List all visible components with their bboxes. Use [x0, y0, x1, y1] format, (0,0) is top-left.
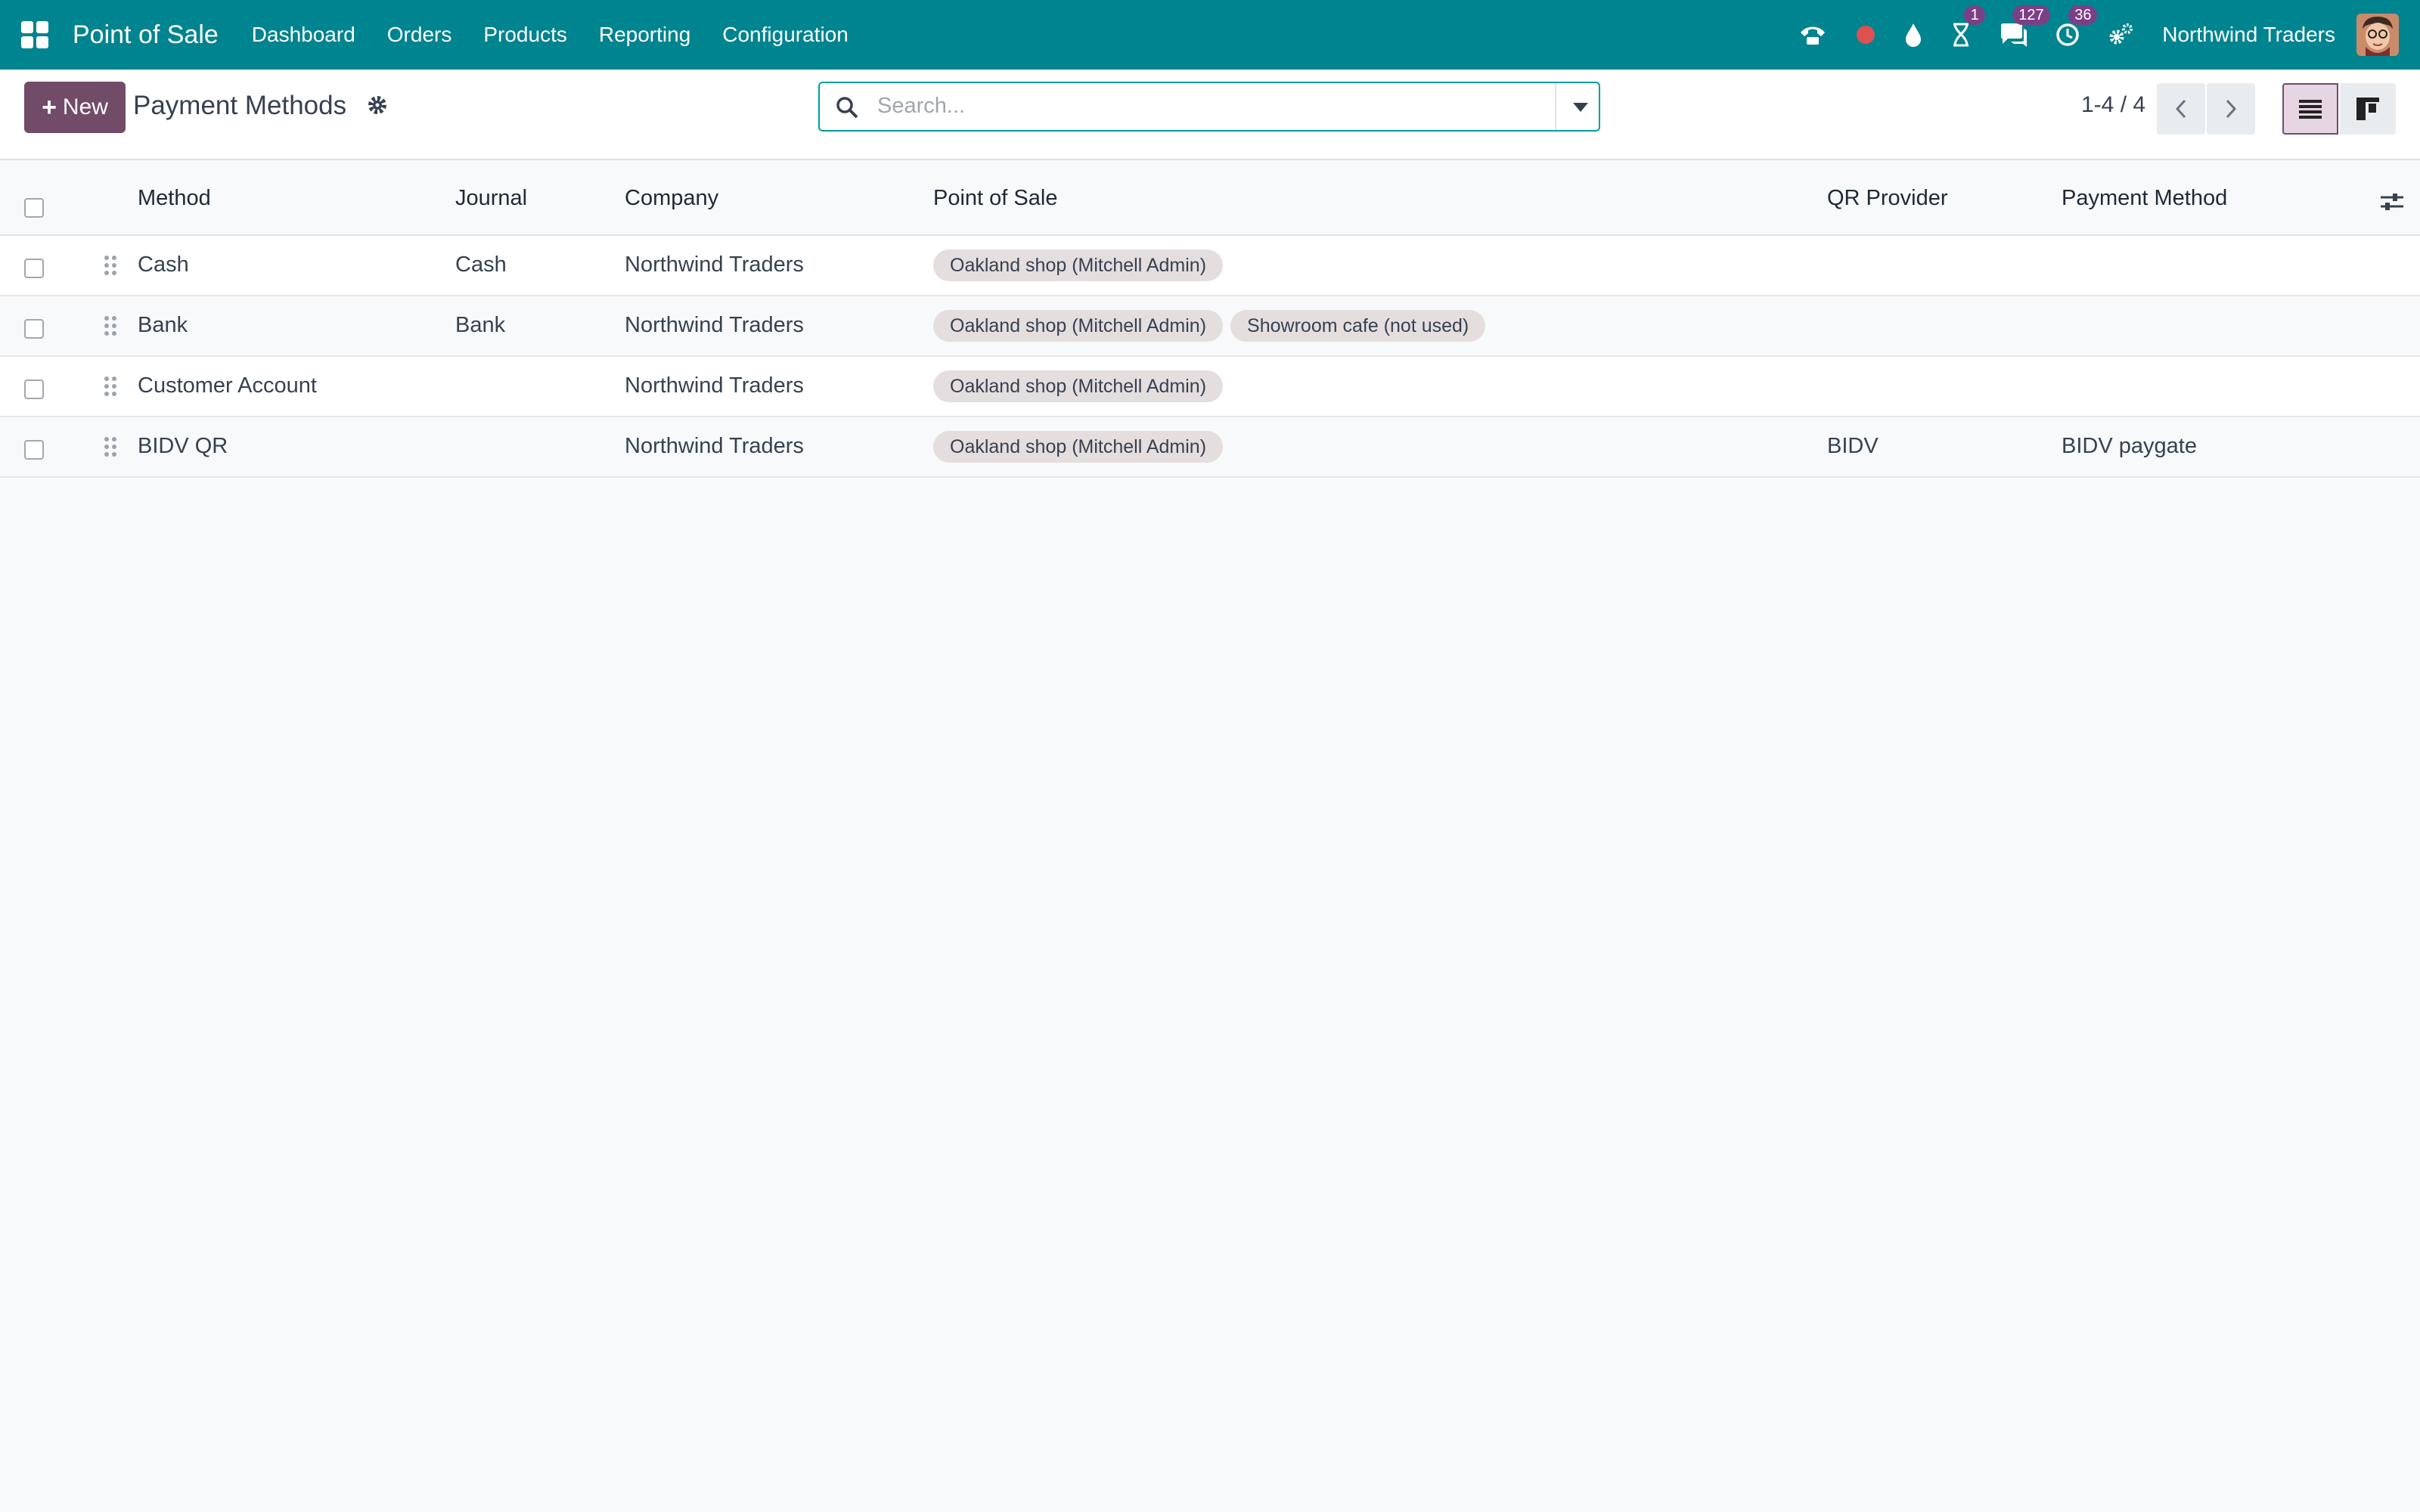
kanban-view-button[interactable]: [2340, 83, 2396, 135]
phone-icon[interactable]: [1798, 22, 1828, 48]
drop-icon[interactable]: [1903, 22, 1923, 48]
row-checkbox[interactable]: [24, 380, 44, 399]
column-company[interactable]: Company: [625, 186, 718, 211]
pos-tag: Oakland shop (Mitchell Admin): [933, 431, 1224, 463]
messages-badge: 127: [2012, 5, 2050, 25]
pos-tag: Oakland shop (Mitchell Admin): [933, 370, 1224, 402]
search-toggle-icon[interactable]: [1573, 103, 1588, 112]
cell-journal: Bank: [455, 313, 506, 337]
chevron-right-icon: [2226, 99, 2237, 119]
menu-reporting[interactable]: Reporting: [599, 23, 690, 47]
user-avatar[interactable]: [2356, 14, 2399, 56]
new-button-label: New: [62, 94, 108, 119]
pos-tag: Showroom cafe (not used): [1230, 310, 1486, 342]
row-checkbox[interactable]: [24, 440, 44, 460]
pager-value[interactable]: 1-4 / 4: [2081, 92, 2145, 118]
cell-point-of-sale: Oakland shop (Mitchell Admin): [933, 431, 1230, 463]
drag-handle-icon[interactable]: [103, 254, 118, 280]
cell-method: Customer Account: [138, 373, 317, 398]
clock-icon[interactable]: 36: [2055, 5, 2098, 48]
pager-previous-button[interactable]: [2157, 83, 2205, 135]
menu-configuration[interactable]: Configuration: [722, 23, 849, 47]
column-qr-provider[interactable]: QR Provider: [1827, 186, 1948, 211]
optional-columns-icon[interactable]: [2379, 191, 2405, 217]
table-row[interactable]: BIDV QR Northwind Traders Oakland shop (…: [0, 417, 2420, 478]
kanban-view-icon: [2356, 98, 2379, 120]
systray: 1 127 36 Northwind Traders: [1798, 0, 2420, 70]
row-checkbox[interactable]: [24, 259, 44, 278]
menu-orders[interactable]: Orders: [387, 23, 452, 47]
recording-dot-icon[interactable]: [1855, 24, 1876, 45]
column-journal[interactable]: Journal: [455, 186, 527, 211]
row-checkbox[interactable]: [24, 319, 44, 339]
cell-company: Northwind Traders: [625, 313, 804, 337]
drag-handle-icon[interactable]: [103, 435, 118, 462]
app-menu-icon[interactable]: [21, 21, 48, 48]
search-divider: [1555, 83, 1556, 130]
new-button[interactable]: + New: [24, 82, 126, 133]
cell-point-of-sale: Oakland shop (Mitchell Admin) Showroom c…: [933, 310, 1493, 342]
search-icon: [835, 95, 859, 123]
cell-method: Cash: [138, 253, 189, 277]
control-panel: + New Payment Methods Search... 1-4 / 4: [0, 70, 2420, 160]
cell-point-of-sale: Oakland shop (Mitchell Admin): [933, 370, 1230, 402]
table-row[interactable]: Bank Bank Northwind Traders Oakland shop…: [0, 296, 2420, 357]
activity-badge: 1: [1964, 5, 1986, 25]
cell-method: BIDV QR: [138, 434, 228, 458]
column-point-of-sale[interactable]: Point of Sale: [933, 186, 1057, 211]
search-input[interactable]: Search...: [877, 94, 965, 119]
table-row[interactable]: Cash Cash Northwind Traders Oakland shop…: [0, 236, 2420, 296]
search-box: Search...: [818, 82, 1600, 132]
app-name[interactable]: Point of Sale: [73, 20, 219, 50]
cell-qr-provider: BIDV: [1827, 434, 1879, 458]
pos-tag: Oakland shop (Mitchell Admin): [933, 310, 1224, 342]
company-switcher[interactable]: Northwind Traders: [2162, 23, 2335, 47]
page-title: Payment Methods: [133, 91, 347, 120]
pager-next-button[interactable]: [2207, 83, 2255, 135]
table-header: Method Journal Company Point of Sale QR …: [0, 160, 2420, 236]
payment-methods-table: Method Journal Company Point of Sale QR …: [0, 160, 2420, 478]
gear-icon[interactable]: [366, 94, 389, 120]
list-view-button[interactable]: [2282, 83, 2338, 135]
drag-handle-icon[interactable]: [103, 314, 118, 341]
cell-payment-method: BIDV paygate: [2062, 434, 2197, 458]
clock-badge: 36: [2068, 5, 2098, 25]
chevron-left-icon: [2175, 99, 2186, 119]
activity-icon[interactable]: 1: [1950, 5, 1986, 48]
cell-company: Northwind Traders: [625, 253, 804, 277]
column-method[interactable]: Method: [138, 186, 211, 211]
table-row[interactable]: Customer Account Northwind Traders Oakla…: [0, 357, 2420, 417]
messages-icon[interactable]: 127: [1999, 5, 2050, 48]
cell-point-of-sale: Oakland shop (Mitchell Admin): [933, 249, 1230, 281]
cell-company: Northwind Traders: [625, 373, 804, 398]
settings-gears-icon[interactable]: [2108, 22, 2135, 48]
pos-tag: Oakland shop (Mitchell Admin): [933, 249, 1224, 281]
column-payment-method[interactable]: Payment Method: [2062, 186, 2227, 211]
cell-journal: Cash: [455, 253, 507, 277]
menu-dashboard[interactable]: Dashboard: [252, 23, 355, 47]
cell-method: Bank: [138, 313, 188, 337]
select-all-checkbox[interactable]: [24, 198, 44, 218]
list-view-icon: [2299, 100, 2322, 119]
plus-icon: +: [42, 92, 57, 122]
drag-handle-icon[interactable]: [103, 375, 118, 401]
menu-products[interactable]: Products: [483, 23, 567, 47]
cell-company: Northwind Traders: [625, 434, 804, 458]
top-navbar: Point of Sale Dashboard Orders Products …: [0, 0, 2420, 70]
